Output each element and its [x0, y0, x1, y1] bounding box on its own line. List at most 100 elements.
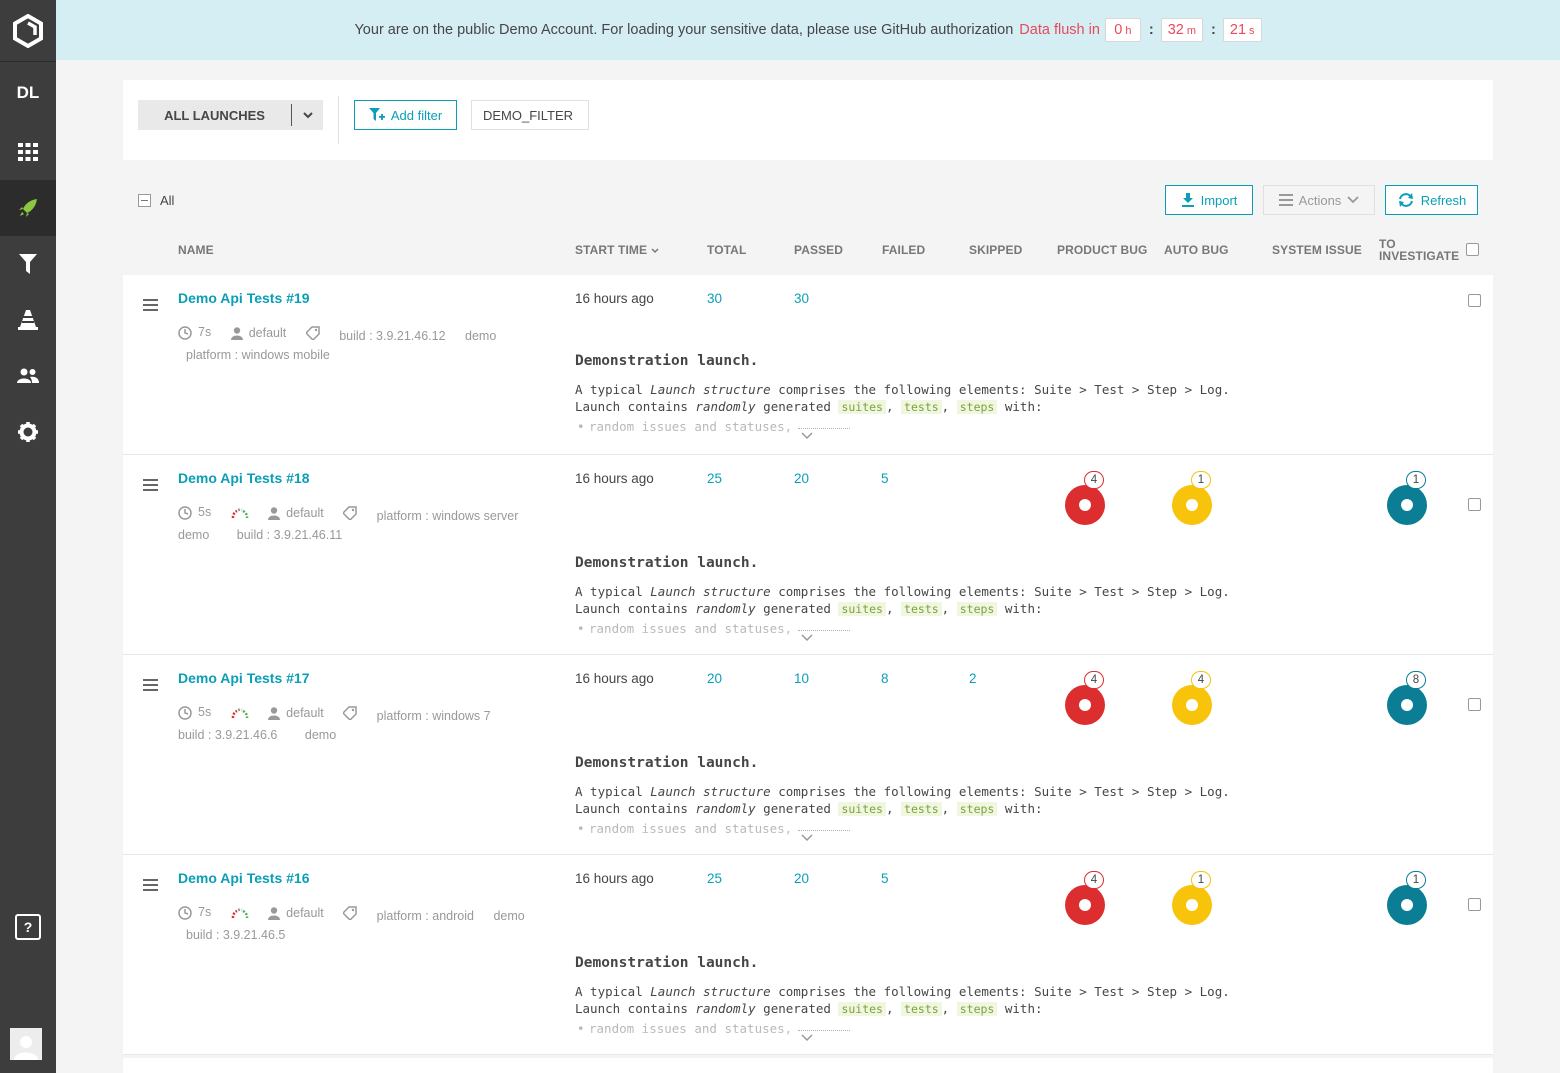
launch-attribute[interactable]: demo	[178, 526, 209, 545]
launch-failed[interactable]: 5	[881, 471, 889, 486]
sidebar-item-settings[interactable]	[0, 404, 56, 460]
auto-bug-count[interactable]: 4	[1191, 671, 1211, 689]
sidebar-item-filters[interactable]	[0, 236, 56, 292]
column-header-name[interactable]: NAME	[178, 243, 214, 257]
launch-attribute[interactable]: platform : windows server	[377, 507, 519, 526]
to-investigate-donut[interactable]: 1	[1385, 871, 1429, 925]
launch-passed[interactable]: 20	[794, 871, 809, 886]
to-investigate-count[interactable]: 8	[1406, 671, 1426, 689]
status-meter-icon	[231, 507, 248, 518]
table-row: Demo Api Tests #19 7s default build : 3.…	[123, 275, 1493, 455]
launch-owner[interactable]: default	[268, 904, 324, 923]
add-filter-button[interactable]: Add filter	[354, 100, 457, 130]
launch-total[interactable]: 25	[707, 871, 722, 886]
to-investigate-donut[interactable]: 1	[1385, 471, 1429, 525]
column-header-total[interactable]: TOTAL	[707, 243, 746, 257]
expand-description-icon[interactable]	[801, 832, 813, 845]
product-bug-donut[interactable]: 4	[1063, 671, 1107, 725]
project-selector[interactable]: DL	[0, 62, 56, 124]
launch-attribute[interactable]: demo	[493, 907, 524, 926]
launch-attribute[interactable]: demo	[465, 327, 496, 346]
auto-bug-count[interactable]: 1	[1191, 471, 1211, 489]
chevron-down-icon	[1347, 196, 1359, 204]
launch-failed[interactable]: 5	[881, 871, 889, 886]
column-header-product-bug[interactable]: PRODUCT BUG	[1057, 243, 1147, 257]
launch-passed[interactable]: 30	[794, 291, 809, 306]
chevron-down-icon[interactable]	[292, 111, 323, 119]
refresh-button[interactable]: Refresh	[1385, 185, 1478, 215]
launch-passed[interactable]: 20	[794, 471, 809, 486]
launch-total[interactable]: 30	[707, 291, 722, 306]
launch-failed[interactable]: 8	[881, 671, 889, 686]
user-avatar[interactable]	[10, 1028, 42, 1060]
expand-description-icon[interactable]	[801, 430, 813, 443]
actions-dropdown[interactable]: Actions	[1263, 185, 1375, 215]
launch-attribute[interactable]: demo	[305, 726, 336, 745]
demo-account-banner: Your are on the public Demo Account. For…	[56, 0, 1560, 60]
product-bug-donut[interactable]: 4	[1063, 471, 1107, 525]
row-menu-icon[interactable]	[143, 296, 158, 315]
row-menu-icon[interactable]	[143, 876, 158, 895]
row-checkbox[interactable]	[1468, 294, 1481, 307]
flush-hours: 0h	[1104, 18, 1141, 42]
row-checkbox[interactable]	[1468, 898, 1481, 911]
launch-attribute[interactable]: build : 3.9.21.46.11	[237, 526, 342, 545]
launch-name-link[interactable]: Demo Api Tests #18	[178, 470, 310, 486]
launch-owner[interactable]: default	[230, 324, 286, 343]
all-launches-dropdown[interactable]: ALL LAUNCHES	[138, 100, 323, 130]
launch-passed[interactable]: 10	[794, 671, 809, 686]
sidebar-item-launches[interactable]	[0, 180, 56, 236]
launch-attribute[interactable]: build : 3.9.21.46.5	[186, 926, 285, 945]
help-button[interactable]: ?	[15, 914, 41, 940]
launch-attribute[interactable]: platform : android	[377, 907, 474, 926]
launch-name-link[interactable]: Demo Api Tests #17	[178, 670, 310, 686]
import-button[interactable]: Import	[1165, 185, 1253, 215]
launch-name-link[interactable]: Demo Api Tests #19	[178, 290, 310, 306]
product-bug-count[interactable]: 4	[1084, 671, 1104, 689]
row-menu-icon[interactable]	[143, 476, 158, 495]
to-investigate-donut[interactable]: 8	[1385, 671, 1429, 725]
select-all-checkbox[interactable]	[138, 194, 151, 207]
app-logo[interactable]	[0, 0, 56, 62]
sidebar-item-dashboard[interactable]	[0, 124, 56, 180]
launch-attribute[interactable]: platform : windows 7	[377, 707, 491, 726]
launch-name-link[interactable]: Demo Api Tests #16	[178, 870, 310, 886]
auto-bug-donut[interactable]: 1	[1170, 871, 1214, 925]
column-header-to-investigate[interactable]: TO INVESTIGATE	[1379, 238, 1459, 262]
row-menu-icon[interactable]	[143, 676, 158, 695]
column-header-skipped[interactable]: SKIPPED	[969, 243, 1022, 257]
column-header-start-time[interactable]: START TIME	[575, 243, 659, 257]
expand-description-icon[interactable]	[801, 632, 813, 645]
column-header-failed[interactable]: FAILED	[882, 243, 925, 257]
header-checkbox[interactable]	[1466, 243, 1479, 256]
product-bug-count[interactable]: 4	[1084, 871, 1104, 889]
auto-bug-donut[interactable]: 4	[1170, 671, 1214, 725]
to-investigate-count[interactable]: 1	[1406, 471, 1426, 489]
launch-attribute[interactable]: build : 3.9.21.46.12	[339, 327, 445, 346]
expand-description-icon[interactable]	[801, 1032, 813, 1045]
row-checkbox[interactable]	[1468, 498, 1481, 511]
column-header-system-issue[interactable]: SYSTEM ISSUE	[1272, 243, 1362, 257]
launch-total[interactable]: 20	[707, 671, 722, 686]
sidebar-item-debug[interactable]	[0, 292, 56, 348]
column-header-passed[interactable]: PASSED	[794, 243, 843, 257]
launch-skipped[interactable]: 2	[969, 671, 977, 686]
launch-total[interactable]: 25	[707, 471, 722, 486]
launch-owner[interactable]: default	[268, 504, 324, 523]
gear-icon	[18, 422, 38, 442]
launch-attribute[interactable]: build : 3.9.21.46.6	[178, 726, 277, 745]
demo-filter-tab[interactable]: DEMO_FILTER	[471, 100, 589, 130]
product-bug-count[interactable]: 4	[1084, 471, 1104, 489]
product-bug-donut[interactable]: 4	[1063, 871, 1107, 925]
sidebar-item-members[interactable]	[0, 348, 56, 404]
select-all[interactable]: All	[138, 193, 174, 208]
status-meter-icon	[231, 707, 248, 718]
column-header-auto-bug[interactable]: AUTO BUG	[1164, 243, 1229, 257]
launch-attribute[interactable]: platform : windows mobile	[186, 346, 330, 365]
launch-owner[interactable]: default	[268, 704, 324, 723]
row-checkbox[interactable]	[1468, 698, 1481, 711]
auto-bug-donut[interactable]: 1	[1170, 471, 1214, 525]
to-investigate-count[interactable]: 1	[1406, 871, 1426, 889]
tag-icon-wrap	[343, 905, 357, 920]
auto-bug-count[interactable]: 1	[1191, 871, 1211, 889]
